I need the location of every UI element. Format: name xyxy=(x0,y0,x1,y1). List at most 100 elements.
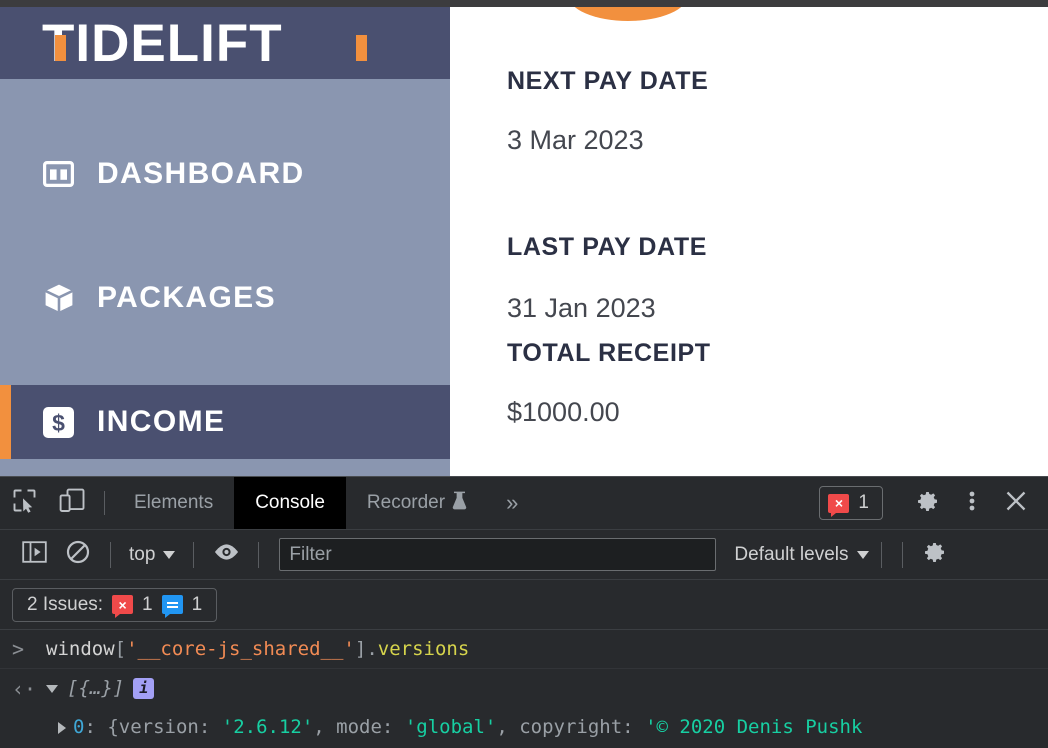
code-token: , xyxy=(496,716,520,738)
page-viewport: TIDELIFT DASHBOARD PACKAGES $ INCOME NEX… xyxy=(0,7,1048,476)
issues-info-count: 1 xyxy=(191,593,203,615)
console-input-expression: window['__core-js_shared__'].versions xyxy=(46,637,470,660)
device-toolbar-icon xyxy=(59,488,85,518)
code-token: : { xyxy=(84,716,119,738)
sidebar-item-label: PACKAGES xyxy=(97,281,276,314)
expand-triangle-icon[interactable] xyxy=(46,684,58,693)
devtools-tabbar-right: × 1 xyxy=(819,477,1048,529)
issues-bar: 2 Issues: × 1 1 xyxy=(0,580,1048,630)
more-options-icon xyxy=(969,489,975,518)
next-pay-date-value: 3 Mar 2023 xyxy=(507,125,644,155)
live-expression-icon xyxy=(213,543,240,566)
logo-accent-right-icon xyxy=(356,34,367,61)
sidebar-item-label: DASHBOARD xyxy=(97,157,305,190)
code-token: '__core-js_shared__' xyxy=(126,637,355,660)
total-receipt-value: $1000.00 xyxy=(507,397,620,427)
package-icon xyxy=(42,282,75,315)
console-sidebar-icon xyxy=(21,541,47,568)
issues-summary-button[interactable]: 2 Issues: × 1 1 xyxy=(12,587,218,622)
prompt-icon: > xyxy=(12,637,25,661)
console-sidebar-toggle-button[interactable] xyxy=(14,535,54,575)
sidebar-item-dashboard[interactable]: DASHBOARD xyxy=(0,137,450,211)
code-token: window xyxy=(46,637,115,660)
devtools-settings-button[interactable] xyxy=(908,483,948,523)
inspect-element-button[interactable] xyxy=(0,477,48,529)
console-settings-button[interactable] xyxy=(915,535,955,575)
console-child-row[interactable]: 0: {version: '2.6.12', mode: 'global', c… xyxy=(0,708,1048,747)
console-output: > window['__core-js_shared__'].versions … xyxy=(0,630,1048,747)
result-object-preview: [{…}] xyxy=(67,677,125,699)
tab-label: Elements xyxy=(134,492,214,513)
devtools-more-options-button[interactable] xyxy=(952,483,992,523)
sidebar-item-packages[interactable]: PACKAGES xyxy=(0,261,450,335)
expand-child-triangle-icon[interactable] xyxy=(58,721,66,734)
total-receipt-label: TOTAL RECEIPT xyxy=(507,339,711,367)
console-result-row[interactable]: ‹· [{…}] i xyxy=(0,669,1048,708)
console-input-row[interactable]: > window['__core-js_shared__'].versions xyxy=(0,630,1048,669)
code-token: '2.6.12' xyxy=(221,716,314,738)
code-token: : xyxy=(198,716,222,738)
devtools-panel: Elements Console Recorder » × 1 top Filt… xyxy=(0,476,1048,748)
console-child-expression: 0: {version: '2.6.12', mode: 'global', c… xyxy=(73,718,862,737)
next-pay-date-label: NEXT PAY DATE xyxy=(507,67,709,95)
live-expression-button[interactable] xyxy=(206,535,246,575)
devtools-tabbar: Elements Console Recorder » × 1 xyxy=(0,477,1048,530)
code-token: copyright xyxy=(519,716,623,738)
context-label: top xyxy=(129,543,156,565)
code-token: 'global' xyxy=(404,716,497,738)
logo-wordmark: TIDELIFT xyxy=(42,13,283,73)
code-token: : xyxy=(381,716,405,738)
sidebar-header: TIDELIFT xyxy=(0,7,450,79)
sidebar-nav: DASHBOARD PACKAGES $ INCOME xyxy=(0,79,450,459)
code-token: : xyxy=(622,716,646,738)
device-toolbar-button[interactable] xyxy=(48,477,96,529)
sidebar-item-income[interactable]: $ INCOME xyxy=(0,385,450,459)
clear-console-icon xyxy=(66,540,90,569)
last-pay-date-label: LAST PAY DATE xyxy=(507,233,707,261)
code-token: '© 2020 Denis Pushk xyxy=(645,716,863,738)
toolbar-divider xyxy=(110,541,111,568)
more-tabs-button[interactable]: » xyxy=(488,477,536,529)
next-pay-date-label-block: NEXT PAY DATE xyxy=(450,69,708,94)
code-token: versions xyxy=(377,637,470,660)
total-receipt-label-block: TOTAL RECEIPT xyxy=(450,341,711,366)
gear-icon xyxy=(923,540,947,569)
issues-error-count: 1 xyxy=(142,593,153,615)
gear-icon xyxy=(916,489,940,518)
tab-console[interactable]: Console xyxy=(234,477,346,529)
inspect-element-icon xyxy=(12,488,37,518)
console-filter-input[interactable] xyxy=(279,538,717,571)
javascript-context-select[interactable]: top xyxy=(123,544,181,566)
code-token: [ xyxy=(114,637,127,660)
error-count-pill[interactable]: × 1 xyxy=(819,486,883,520)
chevron-down-icon xyxy=(857,550,870,559)
toolbar-divider xyxy=(258,541,260,568)
tab-recorder[interactable]: Recorder xyxy=(346,477,488,529)
clear-console-button[interactable] xyxy=(58,535,98,575)
tab-label: Console xyxy=(255,492,325,513)
tab-elements[interactable]: Elements xyxy=(113,477,234,529)
code-token: 0 xyxy=(73,716,85,738)
info-badge-icon xyxy=(161,595,183,618)
toolbar-divider xyxy=(881,541,883,568)
sidebar-item-label: INCOME xyxy=(97,405,226,438)
dashboard-icon xyxy=(42,158,75,191)
info-chip-icon[interactable]: i xyxy=(133,678,155,699)
code-token: mode xyxy=(336,716,382,738)
app-sidebar: TIDELIFT DASHBOARD PACKAGES $ INCOME xyxy=(0,7,450,476)
svg-text:$: $ xyxy=(52,410,65,436)
chevron-down-icon xyxy=(163,550,176,559)
log-levels-select[interactable]: Default levels xyxy=(734,543,870,566)
code-token: . xyxy=(366,637,378,660)
close-icon xyxy=(1004,489,1028,518)
page-main-content: NEXT PAY DATE 3 Mar 2023 LAST PAY DATE 3… xyxy=(450,7,1048,476)
toolbar-divider xyxy=(104,491,105,515)
logo-accent-left-icon xyxy=(55,34,66,61)
tidelift-logo[interactable]: TIDELIFT xyxy=(42,13,367,73)
log-levels-label: Default levels xyxy=(734,543,849,565)
code-token: , xyxy=(313,716,337,738)
error-badge-icon: × xyxy=(112,595,134,618)
error-count: 1 xyxy=(858,492,869,513)
devtools-close-button[interactable] xyxy=(996,483,1036,523)
toolbar-divider xyxy=(902,541,904,568)
